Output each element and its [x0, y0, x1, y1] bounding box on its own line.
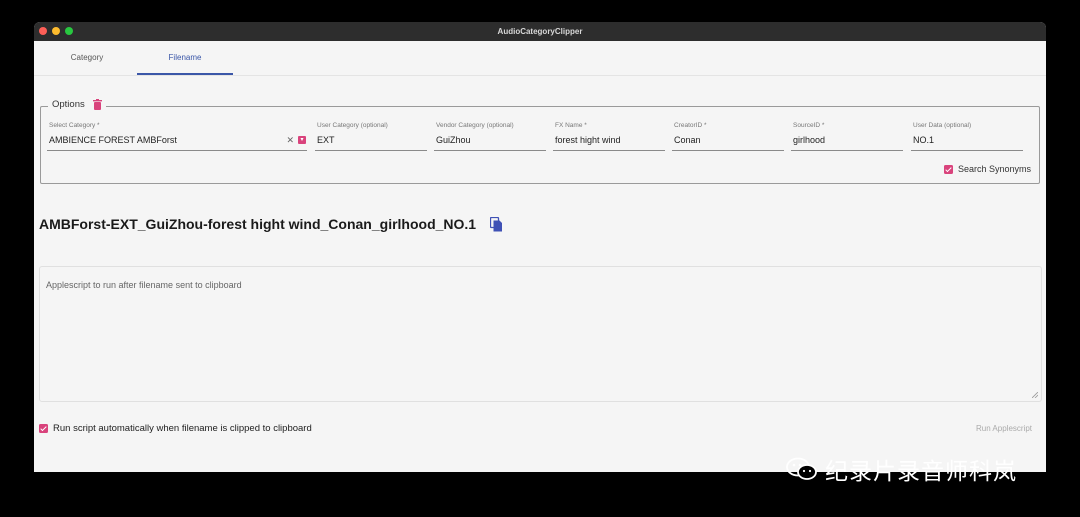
dropdown-icon[interactable]: ▾ — [298, 136, 306, 144]
creator-id-value[interactable]: Conan — [674, 135, 701, 145]
select-category-value[interactable]: AMBIENCE FOREST AMBForst — [49, 135, 177, 145]
filename-row: AMBForst-EXT_GuiZhou-forest hight wind_C… — [39, 216, 503, 232]
vendor-category-value[interactable]: GuiZhou — [436, 135, 471, 145]
search-synonyms-checkbox[interactable] — [943, 164, 953, 174]
auto-run-option[interactable]: Run script automatically when filename i… — [39, 423, 312, 434]
tab-filename[interactable]: Filename — [137, 41, 233, 75]
watermark-text: 纪录片录音师科岚 — [825, 459, 1017, 485]
search-synonyms-option[interactable]: Search Synonyms — [943, 164, 1031, 174]
close-window-button[interactable] — [39, 27, 47, 35]
copy-icon[interactable] — [490, 216, 503, 232]
user-data-field[interactable]: User Data (optional) NO.1 — [911, 122, 1023, 151]
vendor-category-field[interactable]: Vendor Category (optional) GuiZhou — [434, 122, 546, 151]
user-data-label: User Data (optional) — [913, 122, 972, 129]
tab-category[interactable]: Category — [39, 41, 135, 74]
auto-run-label: Run script automatically when filename i… — [53, 423, 312, 434]
trash-icon[interactable] — [92, 99, 102, 110]
fx-name-label: FX Name * — [555, 122, 587, 129]
options-title: Options — [52, 99, 85, 110]
creator-id-field[interactable]: CreatorID * Conan — [672, 122, 784, 151]
tab-bar: Category Filename — [34, 41, 1046, 76]
select-category-label: Select Category * — [49, 122, 100, 129]
run-applescript-button[interactable]: Run Applescript — [976, 424, 1032, 433]
source-id-value[interactable]: girlhood — [793, 135, 825, 145]
window-controls — [39, 27, 73, 35]
auto-run-checkbox[interactable] — [39, 424, 48, 433]
applescript-placeholder: Applescript to run after filename sent t… — [46, 280, 242, 290]
user-data-value[interactable]: NO.1 — [913, 135, 934, 145]
watermark: 纪录片录音师科岚 — [785, 452, 1017, 486]
options-group: Options Select Category * AMBIENCE FORES… — [40, 99, 1040, 184]
zoom-window-button[interactable] — [65, 27, 73, 35]
creator-id-label: CreatorID * — [674, 122, 707, 129]
window-title: AudioCategoryClipper — [497, 27, 583, 36]
fx-name-field[interactable]: FX Name * forest hight wind — [553, 122, 665, 151]
applescript-textarea[interactable]: Applescript to run after filename sent t… — [39, 266, 1042, 402]
source-id-label: SourceID * — [793, 122, 825, 129]
title-bar: AudioCategoryClipper — [34, 22, 1046, 41]
source-id-field[interactable]: SourceID * girlhood — [791, 122, 903, 151]
user-category-value[interactable]: EXT — [317, 135, 335, 145]
select-category-field[interactable]: Select Category * AMBIENCE FOREST AMBFor… — [47, 122, 307, 151]
generated-filename: AMBForst-EXT_GuiZhou-forest hight wind_C… — [39, 216, 477, 232]
wechat-icon — [786, 457, 817, 480]
close-icon[interactable]: ✕ — [286, 135, 294, 146]
minimize-window-button[interactable] — [52, 27, 60, 35]
vendor-category-label: Vendor Category (optional) — [436, 122, 514, 129]
fx-name-value[interactable]: forest hight wind — [555, 135, 621, 145]
user-category-label: User Category (optional) — [317, 122, 388, 129]
resize-handle-icon[interactable] — [1032, 392, 1038, 398]
user-category-field[interactable]: User Category (optional) EXT — [315, 122, 427, 151]
search-synonyms-label: Search Synonyms — [957, 164, 1031, 174]
options-legend: Options — [48, 99, 106, 110]
app-window: AudioCategoryClipper Category Filename O… — [34, 22, 1046, 472]
